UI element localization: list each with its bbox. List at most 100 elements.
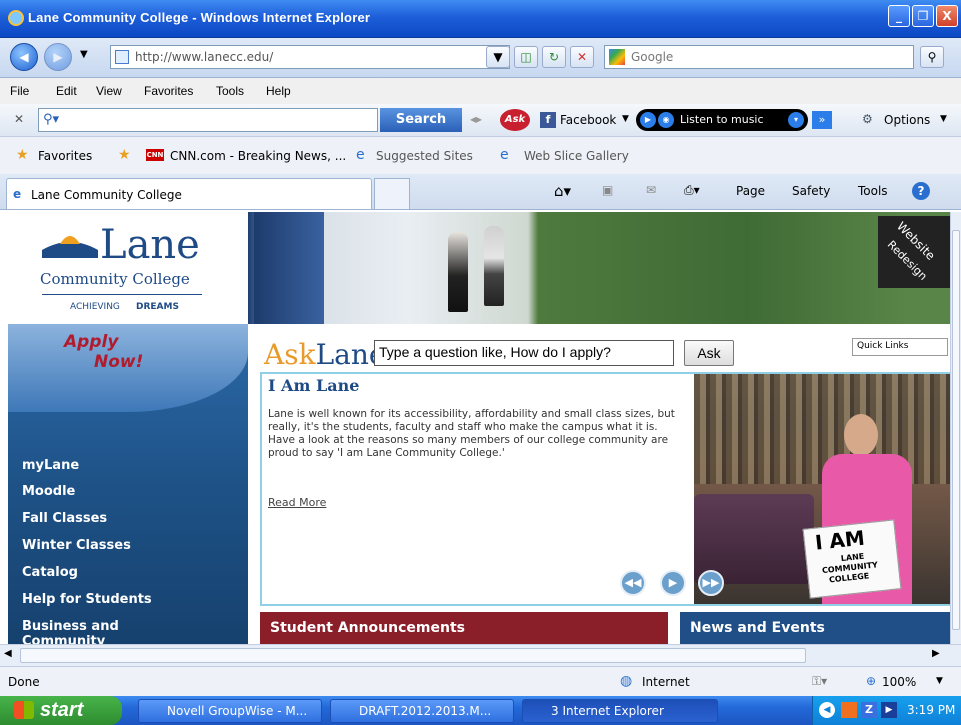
photo-person-head <box>844 414 878 456</box>
minimize-button[interactable]: _ <box>888 5 910 27</box>
protected-mode-icon[interactable]: ⚿▾ <box>812 674 827 689</box>
slide-play-icon[interactable]: ▶ <box>660 570 686 596</box>
sidebar-item-mylane[interactable]: myLane <box>22 458 79 473</box>
ask-button[interactable]: Ask <box>684 340 734 366</box>
forward-button[interactable]: ▶ <box>44 43 72 71</box>
sidebar-item-business-line-1[interactable]: Business and <box>22 619 119 634</box>
favorites-bar: ★ Favorites ★ CNN CNN.com - Breaking New… <box>0 137 961 174</box>
ie-icon <box>8 10 24 26</box>
lane-logo[interactable]: Lane Community College ACHIEVING DREAMS <box>8 212 248 324</box>
search-icon[interactable]: ⚲ <box>920 46 944 68</box>
windows-logo-icon <box>14 701 34 719</box>
ask-logo-icon[interactable]: Ask <box>500 109 530 131</box>
options-dropdown-icon: ▼ <box>940 114 947 124</box>
task-draft-document[interactable]: DRAFT.2012.2013.M... <box>330 699 514 723</box>
menu-edit[interactable]: Edit <box>56 84 77 98</box>
google-icon <box>609 49 625 65</box>
history-dropdown-icon[interactable]: ▼ <box>80 49 88 60</box>
horizontal-scrollbar[interactable]: ◀ ▶ <box>0 644 961 666</box>
read-more-link[interactable]: Read More <box>268 496 326 509</box>
favorite-web-slice-gallery[interactable]: Web Slice Gallery <box>524 149 629 163</box>
help-icon[interactable]: ? <box>912 182 930 200</box>
website-redesign-badge[interactable]: Website Redesign <box>878 216 950 288</box>
resize-handle-icon[interactable]: ◂▸ <box>470 112 482 126</box>
zoom-level[interactable]: 100% <box>882 675 916 689</box>
zoom-dropdown-icon[interactable]: ▼ <box>936 676 943 686</box>
refresh-icon[interactable]: ↻ <box>542 46 566 68</box>
menu-file[interactable]: File <box>10 84 29 98</box>
menu-help[interactable]: Help <box>266 84 291 98</box>
menu-view[interactable]: View <box>96 84 122 98</box>
facebook-button[interactable]: Facebook <box>560 113 616 127</box>
news-events-header[interactable]: News and Events <box>680 612 950 644</box>
clock[interactable]: 3:19 PM <box>907 703 955 717</box>
back-button[interactable]: ◀ <box>10 43 38 71</box>
music-player[interactable]: ▶ ◉ Listen to music ▾ <box>636 109 808 131</box>
stop-icon[interactable]: ✕ <box>570 46 594 68</box>
volume-icon[interactable]: ◉ <box>658 112 674 128</box>
quick-links-select[interactable]: Quick Links <box>852 338 948 356</box>
tray-play-icon[interactable]: ▶ <box>881 702 897 718</box>
sidebar-item-moodle[interactable]: Moodle <box>22 484 75 499</box>
ask-toolbar: ✕ ⚲▾ Search ◂▸ Ask f Facebook ▼ ▶ ◉ List… <box>0 104 961 137</box>
page-menu[interactable]: Page <box>736 184 765 198</box>
new-tab-button[interactable] <box>374 178 410 209</box>
add-favorite-icon[interactable]: ★ <box>118 147 131 163</box>
address-dropdown-button[interactable]: ▼ <box>486 46 510 68</box>
menu-favorites[interactable]: Favorites <box>144 84 193 98</box>
horizontal-scroll-thumb[interactable] <box>20 648 806 663</box>
close-button[interactable]: X <box>936 5 958 27</box>
menu-bar: File Edit View Favorites Tools Help <box>0 78 961 104</box>
restore-button[interactable]: ❐ <box>912 5 934 27</box>
student-announcements-header[interactable]: Student Announcements <box>260 612 668 644</box>
task-groupwise[interactable]: Novell GroupWise - M... <box>138 699 322 723</box>
task-internet-explorer[interactable]: 3 Internet Explorer <box>522 699 718 723</box>
tab-lane-community-college[interactable]: e Lane Community College <box>6 178 372 209</box>
vertical-scroll-thumb[interactable] <box>952 230 960 630</box>
web-slice-icon: e <box>500 147 509 163</box>
logo-tagline-a: ACHIEVING <box>70 302 120 312</box>
apply-now-banner[interactable]: Apply Now! <box>8 324 248 412</box>
asklane-input[interactable]: Type a question like, How do I apply? <box>374 340 674 366</box>
toolbar-search-input[interactable]: ⚲▾ <box>38 108 378 132</box>
sidebar-item-business-line-2[interactable]: Community <box>22 634 105 644</box>
search-field[interactable]: Google <box>604 45 914 69</box>
print-icon[interactable]: ⎙▾ <box>684 183 700 198</box>
feeds-icon[interactable]: ▣ <box>602 183 613 197</box>
tray-app-icon[interactable] <box>841 702 857 718</box>
status-text: Done <box>8 675 40 689</box>
vertical-scrollbar[interactable] <box>950 212 961 644</box>
favorite-suggested-sites[interactable]: Suggested Sites <box>376 149 473 163</box>
favorites-button[interactable]: Favorites <box>38 149 92 163</box>
scroll-left-icon[interactable]: ◀ <box>4 648 12 659</box>
address-field[interactable]: http://www.lanecc.edu/ <box>110 45 510 69</box>
sidebar-item-help-for-students[interactable]: Help for Students <box>22 592 152 607</box>
sidebar-item-catalog[interactable]: Catalog <box>22 565 78 580</box>
slide-next-icon[interactable]: ▶▶ <box>698 570 724 596</box>
slide-prev-icon[interactable]: ◀◀ <box>620 570 646 596</box>
more-chevron-icon[interactable]: » <box>812 111 832 129</box>
home-icon[interactable]: ⌂▾ <box>554 182 571 200</box>
sidebar-item-fall-classes[interactable]: Fall Classes <box>22 511 107 526</box>
scroll-right-icon[interactable]: ▶ <box>932 648 940 659</box>
compatibility-icon[interactable]: ◫ <box>514 46 538 68</box>
tab-bar: e Lane Community College ⌂▾ ▣ ✉ ⎙▾ Page … <box>0 174 961 210</box>
toolbar-search-button[interactable]: Search <box>380 108 462 132</box>
tools-menu[interactable]: Tools <box>858 184 888 198</box>
safety-menu[interactable]: Safety <box>792 184 830 198</box>
music-dropdown-icon[interactable]: ▾ <box>788 112 804 128</box>
security-zone[interactable]: Internet <box>642 675 690 689</box>
options-button[interactable]: Options <box>884 113 930 127</box>
title-bar[interactable]: Lane Community College - Windows Interne… <box>0 0 961 38</box>
sidebar-item-winter-classes[interactable]: Winter Classes <box>22 538 131 553</box>
tray-z-icon[interactable]: Z <box>861 702 877 718</box>
tray-back-icon[interactable]: ◀ <box>819 702 835 718</box>
favorite-cnn[interactable]: CNN.com - Breaking News, ... <box>170 149 346 163</box>
play-icon[interactable]: ▶ <box>640 112 656 128</box>
close-toolbar-icon[interactable]: ✕ <box>14 112 24 126</box>
menu-tools[interactable]: Tools <box>216 84 244 98</box>
read-mail-icon[interactable]: ✉ <box>646 183 656 197</box>
asklane-logo-ask: Ask <box>264 338 316 371</box>
search-engine-label: Google <box>631 50 674 64</box>
feature-photo: I AM LANE COMMUNITY COLLEGE <box>694 374 950 604</box>
